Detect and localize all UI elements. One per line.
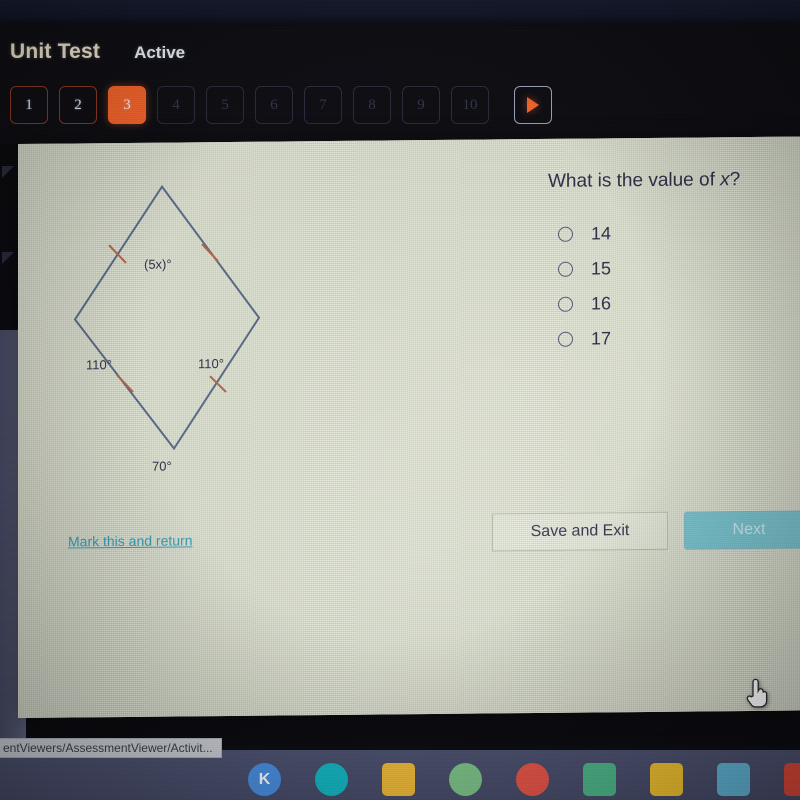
test-header: Unit Test Active 1 2 3 4 5 6 7 8 9 10	[0, 26, 800, 144]
play-triangle-icon	[527, 97, 539, 113]
question-button-4: 4	[157, 86, 195, 124]
answer-choice-label: 17	[591, 328, 612, 349]
question-button-2[interactable]: 2	[59, 86, 97, 124]
prompt-variable: x	[720, 169, 730, 191]
question-button-8: 8	[353, 86, 391, 124]
answer-choice-label: 15	[591, 258, 612, 279]
rhombus-svg	[73, 184, 261, 451]
answer-choice-14[interactable]: 14	[558, 216, 611, 252]
screen-top-band	[0, 0, 800, 26]
radio-button-icon[interactable]	[558, 331, 573, 347]
google-sheets-icon[interactable]	[583, 763, 616, 796]
angle-label-bottom: 70°	[152, 458, 172, 474]
answer-choice-label: 16	[591, 293, 612, 314]
prompt-text-before: What is the value of	[548, 169, 721, 192]
title-row: Unit Test Active	[10, 40, 185, 64]
question-page: (5x)° 110° 110° 70° What is the value of…	[18, 136, 800, 723]
answer-choice-15[interactable]: 15	[558, 251, 611, 287]
question-button-label: 6	[270, 96, 278, 113]
question-prompt: What is the value of x?	[548, 169, 740, 193]
prompt-text-after: ?	[729, 169, 741, 191]
question-button-label: 5	[221, 96, 229, 113]
question-button-10: 10	[451, 86, 489, 124]
question-button-label: 7	[319, 96, 327, 113]
answer-choice-16[interactable]: 16	[558, 286, 611, 322]
question-button-1[interactable]: 1	[10, 86, 48, 124]
kahoot-icon[interactable]: K	[248, 763, 281, 796]
mouse-cursor-pointing-hand	[746, 678, 768, 708]
next-button[interactable]: Next	[684, 510, 800, 550]
rhombus-figure: (5x)° 110° 110° 70°	[40, 177, 300, 479]
question-button-6: 6	[255, 86, 293, 124]
question-button-label: 10	[462, 96, 478, 113]
google-drive-icon[interactable]	[650, 763, 683, 796]
browser-status-text: entViewers/AssessmentViewer/Activit...	[0, 738, 222, 758]
question-button-7: 7	[304, 86, 342, 124]
radio-button-icon[interactable]	[558, 226, 573, 242]
tray-icon-glyph: K	[258, 770, 271, 788]
video-camera-icon[interactable]	[315, 763, 348, 796]
gmail-icon[interactable]	[784, 763, 800, 796]
answer-choice-list[interactable]: 14 15 16 17	[558, 216, 611, 357]
question-button-label: 1	[25, 96, 33, 113]
question-button-label: 2	[74, 96, 82, 113]
rhombus-outline	[73, 184, 261, 451]
save-and-exit-button[interactable]: Save and Exit	[492, 511, 668, 552]
taskbar-icon-tray[interactable]: K	[248, 763, 800, 796]
question-button-label: 9	[417, 96, 425, 113]
monitor-photo: Unit Test Active 1 2 3 4 5 6 7 8 9 10 (5…	[0, 0, 800, 800]
angle-label-right: 110°	[198, 356, 224, 372]
radio-button-icon[interactable]	[558, 296, 573, 312]
angle-label-left: 110°	[86, 357, 112, 373]
answer-choice-17[interactable]: 17	[558, 321, 611, 357]
chrome-icon[interactable]	[516, 763, 549, 796]
google-slides-icon[interactable]	[382, 763, 415, 796]
question-button-label: 4	[172, 96, 180, 113]
question-navigator[interactable]: 1 2 3 4 5 6 7 8 9 10	[10, 86, 552, 124]
radio-button-icon[interactable]	[558, 261, 573, 277]
question-button-label: 3	[123, 96, 131, 113]
answer-choice-label: 14	[591, 223, 612, 244]
angle-label-top: (5x)°	[144, 256, 172, 272]
google-docs-icon[interactable]	[717, 763, 750, 796]
question-button-label: 8	[368, 96, 376, 113]
question-button-9: 9	[402, 86, 440, 124]
question-button-3[interactable]: 3	[108, 86, 146, 124]
status-badge: Active	[134, 43, 186, 62]
next-question-nav-button[interactable]	[514, 86, 552, 124]
mark-this-and-return-link[interactable]: Mark this and return	[68, 532, 193, 549]
google-maps-icon[interactable]	[449, 763, 482, 796]
page-title: Unit Test	[10, 40, 101, 63]
question-button-5: 5	[206, 86, 244, 124]
